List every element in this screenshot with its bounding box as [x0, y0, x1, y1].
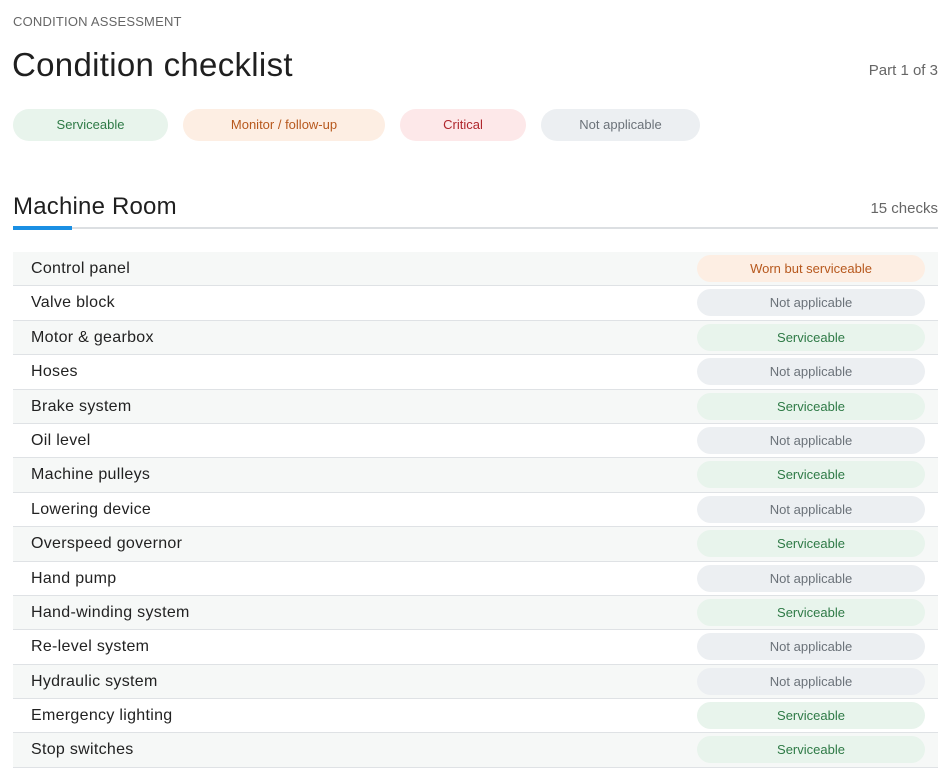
checklist-row[interactable]: Re-level system Not applicable: [13, 630, 938, 665]
part-indicator: Part 1 of 3: [868, 62, 938, 79]
checklist-row[interactable]: Stop switches Serviceable: [13, 733, 938, 768]
status-badge[interactable]: Serviceable: [697, 323, 925, 351]
section-count: 15 checks: [870, 200, 938, 217]
status-badge[interactable]: Not applicable: [697, 289, 925, 317]
checklist-item-label: Re-level system: [31, 638, 150, 656]
checklist-item-label: Lowering device: [31, 500, 152, 518]
checklist-item-label: Machine pulleys: [31, 466, 151, 484]
status-badge[interactable]: Not applicable: [697, 633, 925, 661]
checklist-row[interactable]: Oil level Not applicable: [13, 424, 938, 459]
status-badge[interactable]: Serviceable: [697, 598, 925, 626]
status-badge[interactable]: Serviceable: [697, 461, 925, 489]
legend-critical: Critical: [400, 109, 526, 141]
status-badge[interactable]: Not applicable: [697, 667, 925, 695]
checklist-row[interactable]: Brake system Serviceable: [13, 389, 938, 424]
section-accent-bar: [13, 226, 72, 230]
status-badge[interactable]: Serviceable: [697, 392, 925, 420]
checklist-row[interactable]: Control panel Worn but serviceable: [13, 252, 938, 287]
checklist-item-label: Overspeed governor: [31, 535, 183, 553]
status-badge[interactable]: Serviceable: [697, 736, 925, 764]
checklist-row[interactable]: Hydraulic system Not applicable: [13, 664, 938, 700]
legend-monitor: Monitor / follow-up: [183, 109, 385, 141]
checklist-row[interactable]: Valve block Not applicable: [13, 286, 938, 321]
checklist-row[interactable]: Hand-winding system Serviceable: [13, 595, 938, 631]
checklist-item-label: Hand-winding system: [31, 603, 190, 621]
checklist-item-label: Hydraulic system: [31, 672, 158, 690]
checklist-row[interactable]: Lowering device Not applicable: [13, 493, 938, 528]
condition-checklist-page: CONDITION ASSESSMENT Condition checklist…: [0, 0, 950, 784]
checklist-item-label: Valve block: [31, 294, 115, 312]
status-badge[interactable]: Not applicable: [697, 358, 925, 386]
status-legend: Serviceable Monitor / follow-up Critical…: [13, 109, 700, 141]
checklist-item-label: Hoses: [31, 363, 78, 381]
checklist-row[interactable]: Emergency lighting Serviceable: [13, 699, 938, 734]
checklist-item-label: Stop switches: [31, 741, 134, 759]
checklist-row[interactable]: Hoses Not applicable: [13, 355, 938, 390]
status-badge[interactable]: Serviceable: [697, 530, 925, 558]
checklist-item-label: Oil level: [31, 431, 91, 449]
legend-serviceable: Serviceable: [13, 109, 168, 141]
legend-not-applicable: Not applicable: [541, 109, 700, 141]
checklist-row[interactable]: Motor & gearbox Serviceable: [13, 320, 938, 356]
checklist-item-label: Brake system: [31, 397, 132, 415]
page-title: Condition checklist: [12, 46, 293, 83]
section-divider: [13, 227, 938, 229]
status-badge[interactable]: Not applicable: [697, 564, 925, 592]
section-title: Machine Room: [13, 193, 177, 220]
checklist-row[interactable]: Overspeed governor Serviceable: [13, 527, 938, 562]
checklist-row[interactable]: Machine pulleys Serviceable: [13, 458, 938, 493]
status-badge[interactable]: Worn but serviceable: [697, 255, 925, 282]
section-header: Machine Room 15 checks: [13, 190, 938, 230]
checklist: Control panel Worn but serviceable Valve b…: [13, 252, 938, 768]
checklist-item-label: Emergency lighting: [31, 707, 173, 725]
status-badge[interactable]: Serviceable: [697, 702, 925, 730]
checklist-row[interactable]: Hand pump Not applicable: [13, 562, 938, 596]
status-badge[interactable]: Not applicable: [697, 426, 925, 454]
page-eyebrow: CONDITION ASSESSMENT: [13, 14, 182, 29]
checklist-item-label: Control panel: [31, 260, 131, 277]
checklist-item-label: Hand pump: [31, 569, 117, 587]
status-badge[interactable]: Not applicable: [697, 495, 925, 523]
checklist-item-label: Motor & gearbox: [31, 328, 154, 346]
